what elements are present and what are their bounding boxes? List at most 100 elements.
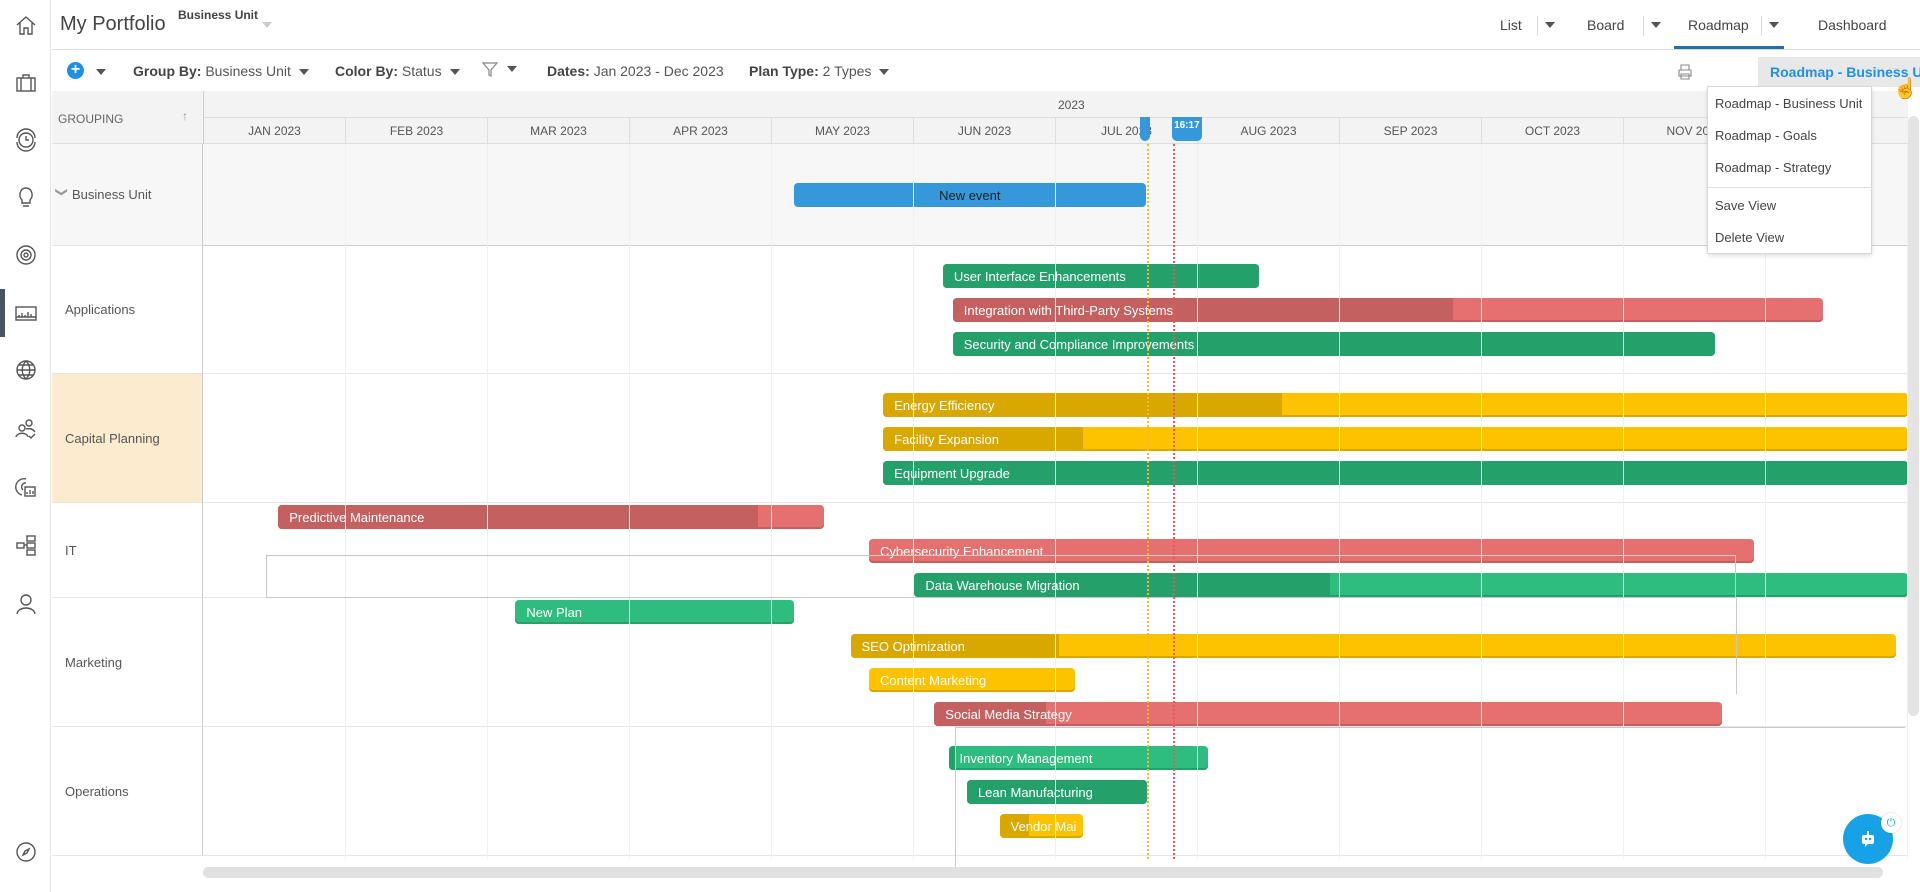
compass-icon[interactable] bbox=[13, 839, 39, 865]
group-label[interactable]: IT bbox=[52, 503, 203, 598]
add-button[interactable]: + bbox=[67, 62, 84, 79]
sort-arrow-icon[interactable]: ↑ bbox=[182, 109, 188, 123]
color-by-value: Status bbox=[401, 63, 442, 79]
globe-icon[interactable] bbox=[13, 357, 39, 383]
roadmap-bar[interactable]: Equipment Upgrade bbox=[883, 460, 1908, 485]
menu-item-roadmap-business-unit[interactable]: Roadmap - Business Unit bbox=[1715, 96, 1862, 111]
roadmap-bar[interactable]: User Interface Enhancements bbox=[942, 264, 1260, 288]
print-icon[interactable] bbox=[1676, 63, 1694, 81]
sidebar-active-indicator bbox=[0, 289, 5, 337]
chevron-down-icon[interactable] bbox=[262, 22, 272, 28]
month-header: APR 2023 bbox=[630, 118, 772, 145]
roadmap-bar[interactable]: SEO Optimization bbox=[850, 633, 1896, 658]
user-icon[interactable] bbox=[13, 591, 39, 617]
context-selector[interactable]: Business Unit bbox=[178, 8, 258, 22]
timeline-header: 2023 JAN 2023 FEB 2023 MAR 2023 APR 2023 MAY… bbox=[203, 91, 1908, 145]
group-name: IT bbox=[65, 542, 77, 558]
bar-label: Integration with Third-Party Systems bbox=[963, 303, 1174, 318]
roadmap-bar[interactable]: Integration with Third-Party Systems bbox=[952, 298, 1824, 322]
roadmap-bar[interactable]: New event bbox=[793, 183, 1146, 207]
dates-selector[interactable]: Dates: Jan 2023 - Dec 2023 bbox=[547, 63, 724, 79]
bar-label: Content Marketing bbox=[879, 672, 987, 688]
vertical-scrollbar[interactable] bbox=[1908, 116, 1919, 716]
group-name: Business Unit bbox=[72, 187, 152, 202]
tab-roadmap[interactable]: Roadmap bbox=[1688, 17, 1749, 33]
month-header: JUN 2023 bbox=[914, 118, 1056, 145]
roadmap-bar[interactable]: Social Media Strategy bbox=[934, 701, 1723, 726]
month-header: JAN 2023 bbox=[204, 118, 346, 145]
hierarchy-icon[interactable] bbox=[13, 532, 39, 558]
filter-button[interactable] bbox=[481, 60, 517, 78]
menu-item-delete-view[interactable]: Delete View bbox=[1715, 230, 1784, 245]
tab-dashboard[interactable]: Dashboard bbox=[1818, 17, 1887, 33]
group-by-key: Group By: bbox=[133, 63, 202, 79]
plan-type-selector[interactable]: Plan Type: 2 Types bbox=[749, 63, 890, 79]
briefcase-icon[interactable] bbox=[13, 70, 39, 96]
dependency-connector bbox=[955, 727, 1905, 867]
chatbot-icon bbox=[1862, 831, 1874, 847]
today-flag bbox=[1140, 117, 1151, 141]
roadmap-bar[interactable]: Security and Compliance Improvements bbox=[952, 332, 1716, 356]
chevron-down-icon bbox=[96, 69, 106, 76]
hand-cursor-icon: ☝ bbox=[1893, 78, 1918, 100]
roadmap-chart-icon[interactable] bbox=[13, 300, 39, 326]
color-by-key: Color By: bbox=[335, 63, 398, 79]
group-label[interactable]: Marketing bbox=[52, 598, 203, 727]
target-icon[interactable] bbox=[13, 242, 39, 268]
plan-type-key: Plan Type: bbox=[749, 63, 819, 79]
roadmap-menu-caret-icon[interactable] bbox=[1769, 22, 1779, 28]
report-icon[interactable] bbox=[13, 474, 39, 500]
list-menu-caret-icon[interactable] bbox=[1545, 22, 1555, 28]
month-gridline bbox=[487, 144, 488, 859]
roadmap-bar[interactable]: Energy Efficiency bbox=[883, 392, 1908, 417]
bar-progress bbox=[883, 460, 1908, 485]
grouping-header: GROUPING ↑ bbox=[52, 91, 203, 144]
roadmap-bar[interactable]: New Plan bbox=[515, 599, 794, 624]
clock-icon[interactable] bbox=[13, 127, 39, 153]
chevron-down-icon[interactable]: ❯ bbox=[55, 187, 69, 197]
top-bar: My Portfolio Business Unit List Board Ro… bbox=[52, 0, 1920, 50]
filter-icon bbox=[481, 62, 499, 78]
group-label[interactable]: Applications bbox=[52, 246, 203, 374]
menu-item-roadmap-goals[interactable]: Roadmap - Goals bbox=[1715, 128, 1817, 143]
bar-label: Facility Expansion bbox=[894, 431, 999, 447]
menu-item-save-view[interactable]: Save View bbox=[1715, 198, 1776, 213]
bar-label: Equipment Upgrade bbox=[894, 465, 1010, 481]
active-tab-indicator bbox=[1674, 46, 1784, 49]
month-gridline bbox=[629, 144, 630, 859]
tab-board[interactable]: Board bbox=[1587, 17, 1624, 33]
chevron-down-icon bbox=[298, 69, 309, 76]
group-label[interactable]: Business Unit ❯ bbox=[52, 144, 203, 246]
horizontal-scrollbar[interactable] bbox=[203, 867, 1883, 878]
bar-label: User Interface Enhancements bbox=[953, 269, 1126, 284]
chevron-down-icon bbox=[449, 69, 460, 76]
group-name: Operations bbox=[65, 783, 129, 799]
month-gridline bbox=[913, 144, 914, 859]
month-gridline bbox=[345, 144, 346, 859]
tab-list[interactable]: List bbox=[1500, 17, 1522, 33]
menu-item-roadmap-strategy[interactable]: Roadmap - Strategy bbox=[1715, 160, 1831, 175]
group-label[interactable]: Operations bbox=[52, 727, 203, 856]
power-icon[interactable]: ⏻ bbox=[1881, 813, 1901, 833]
add-menu-caret[interactable] bbox=[88, 63, 106, 79]
chevron-down-icon bbox=[879, 69, 890, 76]
board-menu-caret-icon[interactable] bbox=[1651, 22, 1661, 28]
dependency-connector bbox=[1736, 598, 1737, 694]
bar-label: New Plan bbox=[526, 604, 583, 620]
lightbulb-icon[interactable] bbox=[13, 184, 39, 210]
roadmap-bar[interactable]: Predictive Maintenance bbox=[278, 504, 824, 529]
people-icon[interactable] bbox=[13, 415, 39, 441]
dates-key: Dates: bbox=[547, 63, 590, 79]
month-header: FEB 2023 bbox=[346, 118, 488, 145]
color-by-selector[interactable]: Color By: Status bbox=[335, 63, 460, 79]
month-gridline bbox=[771, 144, 772, 859]
roadmap-bar[interactable]: Facility Expansion bbox=[883, 426, 1908, 451]
menu-divider bbox=[1708, 187, 1871, 188]
group-label[interactable]: Capital Planning bbox=[52, 374, 203, 503]
month-header: MAY 2023 bbox=[772, 118, 914, 145]
page-title: My Portfolio bbox=[60, 13, 166, 35]
month-header: OCT 2023 bbox=[1482, 118, 1624, 145]
home-icon[interactable] bbox=[13, 13, 39, 39]
roadmap-bar[interactable]: Content Marketing bbox=[868, 667, 1075, 692]
group-by-selector[interactable]: Group By: Business Unit bbox=[133, 63, 309, 79]
